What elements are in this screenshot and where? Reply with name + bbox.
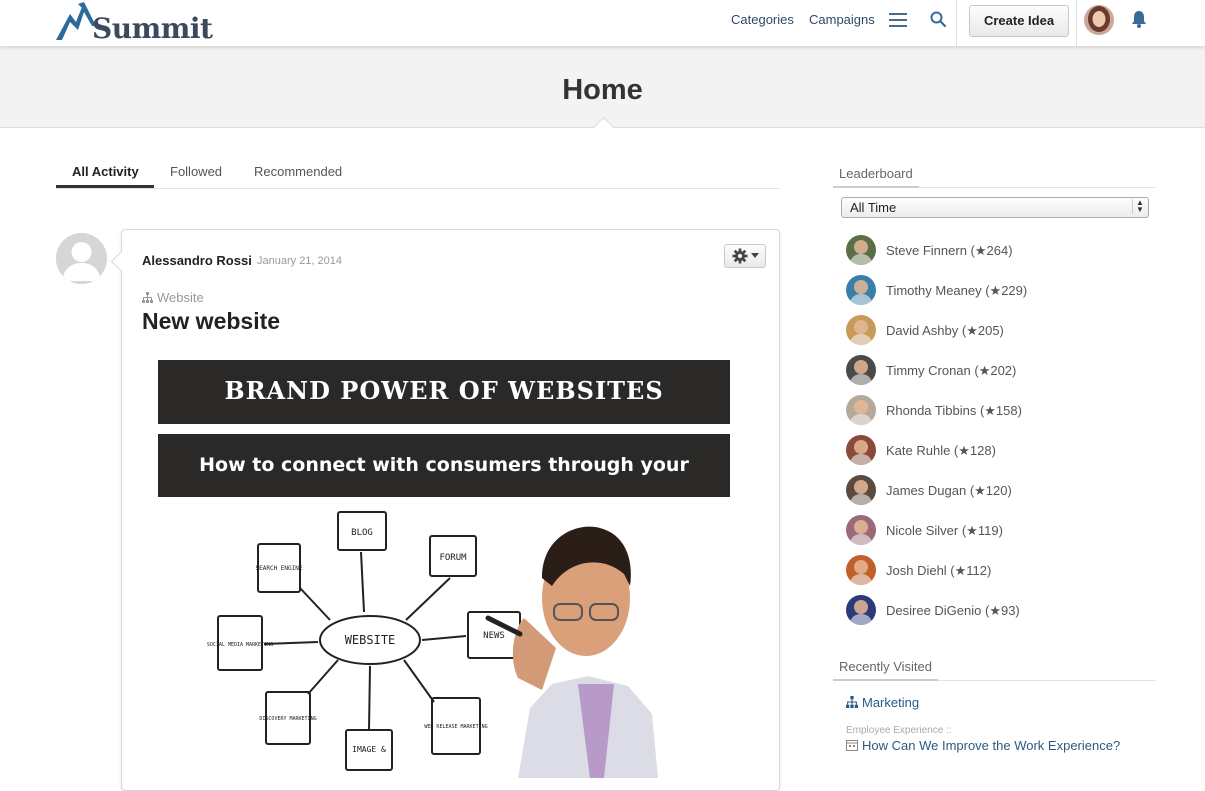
leaderboard-name: James Dugan (★120)	[886, 483, 1012, 498]
gear-icon	[732, 248, 748, 264]
notification-bell-icon[interactable]	[1131, 10, 1147, 28]
leaderboard-entry[interactable]: James Dugan (★120)	[846, 475, 1146, 505]
card-pointer	[110, 250, 133, 273]
leaderboard-entry[interactable]: Steve Finnern (★264)	[846, 235, 1146, 265]
diagram-node-label: SEARCH ENGINE	[256, 565, 303, 572]
post-title[interactable]: New website	[142, 308, 280, 335]
diagram-node-label: SOCIAL MEDIA MARKETING	[207, 642, 273, 648]
nav-divider	[956, 0, 957, 46]
active-tab-indicator	[56, 185, 154, 188]
leaderboard-name: Kate Ruhle (★128)	[886, 443, 996, 458]
recently-visited-heading-label: Recently Visited	[833, 659, 938, 681]
leaderboard-entry[interactable]: Kate Ruhle (★128)	[846, 435, 1146, 465]
activity-tabs: All Activity Followed Recommended	[56, 155, 780, 189]
website-diagram-illustration: BLOG FORUM SEARCH ENGINE SOCIAL MEDIA MA…	[207, 511, 658, 778]
author-avatar[interactable]	[56, 233, 107, 284]
post-category[interactable]: Website	[142, 290, 204, 305]
leaderboard-avatar[interactable]	[846, 515, 876, 545]
activity-post-card: Alessandro Rossi January 21, 2014 Websit…	[110, 229, 780, 791]
diagram-node-label: IMAGE &	[352, 745, 386, 754]
create-idea-button[interactable]: Create Idea	[969, 5, 1069, 37]
post-category-label: Website	[157, 290, 204, 305]
leaderboard-period-value: All Time	[850, 200, 897, 215]
diagram-node-label: FORUM	[439, 553, 467, 563]
hamburger-menu-icon[interactable]	[889, 13, 907, 27]
leaderboard-name: Steve Finnern (★264)	[886, 243, 1013, 258]
nav-divider	[1076, 0, 1077, 46]
leaderboard-heading: Leaderboard	[833, 165, 1156, 188]
leaderboard-avatar[interactable]	[846, 435, 876, 465]
header-pointer	[592, 116, 615, 139]
diagram-node-label: WEB RELEASE MARKETING	[424, 724, 487, 730]
leaderboard-name: Desiree DiGenio (★93)	[886, 603, 1020, 618]
leaderboard-entry[interactable]: Timothy Meaney (★229)	[846, 275, 1146, 305]
diagram-node-label: DISCOVERY MARKETING	[259, 716, 316, 722]
tab-followed[interactable]: Followed	[170, 164, 222, 179]
leaderboard-avatar[interactable]	[846, 315, 876, 345]
leaderboard-entry[interactable]: Timmy Cronan (★202)	[846, 355, 1146, 385]
top-navigation-bar: Summit Categories Campaigns Create Idea	[0, 0, 1205, 47]
select-arrows-icon: ▲ ▼	[1132, 199, 1147, 214]
image-banner-subtitle: How to connect with consumers through yo…	[158, 434, 730, 539]
page-title: Home	[562, 74, 643, 106]
page-header-band: Home	[0, 47, 1205, 139]
leaderboard-entry[interactable]: Desiree DiGenio (★93)	[846, 595, 1146, 625]
leaderboard-avatar[interactable]	[846, 595, 876, 625]
hierarchy-icon	[846, 696, 858, 708]
search-icon[interactable]	[930, 11, 946, 27]
leaderboard-avatar[interactable]	[846, 275, 876, 305]
recent-item-label: How Can We Improve the Work Experience?	[862, 738, 1121, 753]
recent-item-parent: Employee Experience ::	[846, 725, 952, 736]
leaderboard-avatar[interactable]	[846, 395, 876, 425]
leaderboard-name: Rhonda Tibbins (★158)	[886, 403, 1022, 418]
recent-item-marketing[interactable]: Marketing	[846, 695, 919, 710]
nav-categories-link[interactable]: Categories	[731, 12, 794, 27]
leaderboard-entry[interactable]: Rhonda Tibbins (★158)	[846, 395, 1146, 425]
hierarchy-icon	[142, 292, 153, 303]
leaderboard-avatar[interactable]	[846, 555, 876, 585]
leaderboard-name: Timothy Meaney (★229)	[886, 283, 1028, 298]
leaderboard-entry[interactable]: Nicole Silver (★119)	[846, 515, 1146, 545]
image-banner-title: BRAND POWER OF WEBSITES	[158, 360, 730, 424]
leaderboard-heading-label: Leaderboard	[833, 166, 919, 188]
leaderboard-name: David Ashby (★205)	[886, 323, 1004, 338]
post-options-button[interactable]	[724, 244, 766, 268]
summit-logo[interactable]: Summit	[56, 0, 213, 45]
leaderboard-avatar[interactable]	[846, 355, 876, 385]
default-user-icon	[56, 233, 107, 284]
leaderboard-entry[interactable]: David Ashby (★205)	[846, 315, 1146, 345]
leaderboard-avatar[interactable]	[846, 475, 876, 505]
leaderboard-period-select[interactable]: All Time ▲ ▼	[841, 197, 1149, 218]
tab-recommended[interactable]: Recommended	[254, 164, 342, 179]
user-avatar[interactable]	[1084, 5, 1114, 35]
recent-item-idea[interactable]: How Can We Improve the Work Experience?	[846, 738, 1120, 753]
diagram-node-label: BLOG	[351, 528, 373, 538]
leaderboard-name: Timmy Cronan (★202)	[886, 363, 1017, 378]
diagram-node-label: NEWS	[483, 631, 505, 641]
brand-name: Summit	[92, 12, 213, 45]
leaderboard-entry[interactable]: Josh Diehl (★112)	[846, 555, 1146, 585]
caret-down-icon	[751, 253, 759, 258]
post-image: BRAND POWER OF WEBSITES How to connect w…	[158, 360, 730, 778]
nav-campaigns-link[interactable]: Campaigns	[809, 12, 875, 27]
recently-visited-heading: Recently Visited	[833, 658, 1156, 681]
leaderboard-name: Nicole Silver (★119)	[886, 523, 1003, 538]
idea-calendar-icon	[846, 740, 858, 751]
post-date: January 21, 2014	[257, 255, 343, 267]
post-author[interactable]: Alessandro Rossi	[142, 253, 252, 268]
recent-item-label: Marketing	[862, 695, 920, 710]
tab-all-activity[interactable]: All Activity	[72, 164, 139, 179]
diagram-center-label: WEBSITE	[345, 633, 396, 647]
leaderboard-name: Josh Diehl (★112)	[886, 563, 992, 578]
leaderboard-avatar[interactable]	[846, 235, 876, 265]
